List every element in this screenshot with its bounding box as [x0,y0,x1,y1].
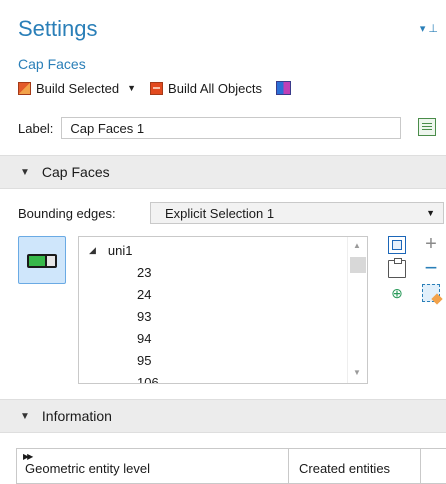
active-toggle-icon [27,254,57,268]
build-preview-button[interactable] [275,81,291,95]
zoom-selected-icon[interactable]: ⊕ [388,284,406,302]
information-table: ▶▶ Geometric entity level Created entiti… [16,448,446,484]
copy-icon[interactable] [388,236,406,254]
clear-selection-icon[interactable] [422,284,440,302]
table-header-cell[interactable]: Created entities [289,449,421,483]
build-all-button[interactable]: Build All Objects [150,81,262,96]
selection-list[interactable]: ◢ uni1 23 24 93 94 95 106 ▲ ▼ [78,236,368,384]
list-item[interactable]: 94 [137,331,151,346]
list-item[interactable]: 95 [137,353,151,368]
scroll-thumb[interactable] [350,257,366,273]
pin-icon[interactable]: ▾ ⊥ [420,22,438,35]
paste-icon[interactable] [388,258,406,278]
edit-label-icon[interactable] [418,118,436,136]
list-item[interactable]: 24 [137,287,151,302]
tree-expand-icon[interactable]: ◢ [89,245,96,256]
build-all-icon [150,81,164,95]
section-header-cap-faces[interactable]: ▼ Cap Faces [0,155,446,189]
label-row: Label: [0,110,446,146]
scroll-up-icon[interactable]: ▲ [353,241,361,250]
list-scrollbar[interactable]: ▲ ▼ [347,237,367,383]
collapse-triangle-icon: ▼ [20,410,30,422]
build-selected-icon [18,81,31,95]
node-name: Cap Faces [18,56,86,72]
column-geometric-entity-level: Geometric entity level [25,461,150,476]
active-toggle-button[interactable] [18,236,66,284]
column-created-entities: Created entities [299,461,391,476]
list-item[interactable]: 23 [137,265,151,280]
build-all-label: Build All Objects [168,80,262,96]
page-title: Settings [18,16,98,41]
toolbar: Build Selected ▼ Build All Objects [18,78,305,98]
section-title-cap-faces: Cap Faces [41,164,110,180]
build-selected-label: Build Selected [36,80,120,96]
tree-root[interactable]: ◢ uni1 [89,243,133,258]
bounding-edges-row: Bounding edges: Explicit Selection 1 ▼ [18,202,444,224]
expand-columns-icon[interactable]: ▶▶ [23,452,33,461]
chevron-down-icon: ▼ [426,208,435,218]
remove-icon[interactable]: − [422,257,440,279]
chevron-down-icon[interactable]: ▼ [127,83,136,93]
table-header-cell[interactable]: ▶▶ Geometric entity level [17,449,289,483]
list-item[interactable]: 106 [137,375,159,383]
bounding-edges-label: Bounding edges: [18,205,116,221]
build-selected-button[interactable]: Build Selected ▼ [18,81,136,96]
label-field[interactable] [61,117,402,139]
bounding-edges-value: Explicit Selection 1 [165,205,275,221]
label-caption: Label: [18,120,54,136]
bounding-edges-select[interactable]: Explicit Selection 1 ▼ [150,202,444,224]
collapse-triangle-icon: ▼ [20,166,30,178]
tree-root-label: uni1 [107,243,133,258]
list-item[interactable]: 93 [137,309,151,324]
add-icon[interactable]: + [422,234,440,254]
build-preview-icon [275,81,291,95]
pin-glyph: ▾ ⊥ [419,23,438,35]
section-header-information[interactable]: ▼ Information [0,399,446,433]
scroll-down-icon[interactable]: ▼ [353,368,361,377]
section-title-information: Information [41,408,112,424]
